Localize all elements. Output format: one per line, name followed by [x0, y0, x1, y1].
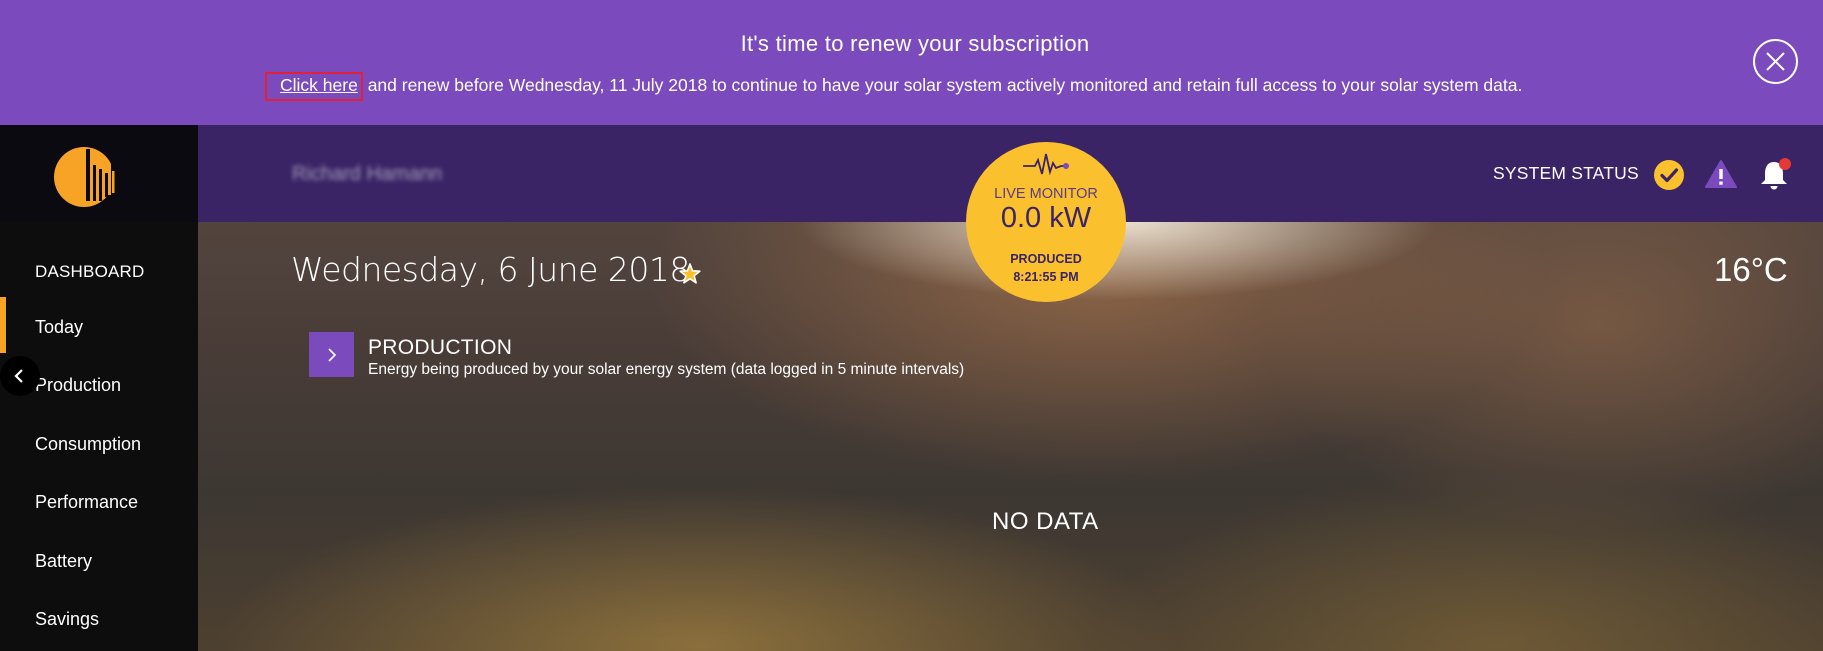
- banner-message-text: and renew before Wednesday, 11 July 2018…: [367, 75, 1523, 95]
- system-status-label: SYSTEM STATUS: [1493, 163, 1639, 183]
- sidebar-item-performance[interactable]: Performance: [35, 492, 138, 513]
- page-date: Wednesday, 6 June 2018: [291, 250, 690, 289]
- collapse-sidebar-button[interactable]: [0, 356, 40, 396]
- logo[interactable]: [0, 125, 198, 222]
- nav-heading-dashboard[interactable]: DASHBOARD: [35, 262, 145, 282]
- solar-logo-icon: [54, 147, 120, 207]
- sidebar-item-today[interactable]: Today: [35, 317, 83, 338]
- live-monitor-value: 0.0 kW: [1000, 202, 1092, 234]
- sidebar: DASHBOARD Today Production Consumption P…: [0, 125, 198, 651]
- notification-badge: [1779, 158, 1791, 170]
- live-monitor-label: LIVE MONITOR: [994, 186, 1098, 202]
- close-icon: [1766, 52, 1785, 71]
- sidebar-item-battery[interactable]: Battery: [35, 551, 92, 572]
- user-name: Richard Hamann: [292, 163, 443, 185]
- active-nav-indicator: [0, 297, 6, 353]
- warning-icon[interactable]: [1705, 159, 1737, 194]
- star-icon[interactable]: [678, 262, 702, 290]
- section-title: PRODUCTION: [368, 336, 513, 359]
- expand-production-button[interactable]: [309, 332, 354, 377]
- banner-message: Click here and renew before Wednesday, 1…: [265, 72, 1522, 101]
- banner-title: It's time to renew your subscription: [740, 31, 1090, 56]
- live-monitor[interactable]: LIVE MONITOR 0.0 kW PRODUCED 8:21:55 PM: [966, 142, 1126, 302]
- temperature: 16°C: [1714, 251, 1788, 288]
- close-banner-button[interactable]: [1753, 39, 1798, 84]
- produced-time: 8:21:55 PM: [1013, 270, 1079, 284]
- sidebar-item-production[interactable]: Production: [35, 375, 121, 396]
- section-description: Energy being produced by your solar ener…: [368, 361, 965, 378]
- renew-link[interactable]: Click here: [265, 72, 363, 101]
- chevron-left-icon: [14, 369, 23, 383]
- status-ok-icon[interactable]: [1653, 159, 1685, 196]
- chevron-right-icon: [328, 348, 337, 362]
- no-data-message: NO DATA: [992, 508, 1099, 535]
- notifications-bell-icon[interactable]: [1757, 157, 1793, 198]
- renewal-banner: It's time to renew your subscription Cli…: [0, 0, 1823, 125]
- sidebar-item-consumption[interactable]: Consumption: [35, 434, 141, 455]
- sidebar-item-savings[interactable]: Savings: [35, 609, 99, 630]
- produced-label: PRODUCED: [1010, 252, 1082, 266]
- pulse-icon: [1023, 153, 1069, 176]
